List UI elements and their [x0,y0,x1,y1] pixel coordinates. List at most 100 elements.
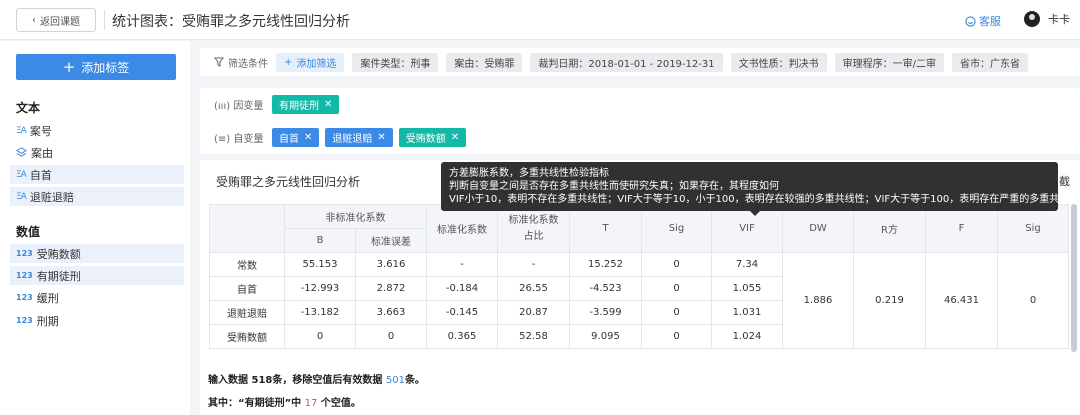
table-cell: 15.252 [569,252,642,277]
table-header: F [925,204,998,253]
user-name: 卡卡 [1048,13,1070,26]
customer-service-link[interactable]: 客服 [965,13,1001,29]
independent-variable-tag[interactable]: 退赃退赔 ✕ [325,128,393,147]
sidebar-item-sentence[interactable]: 123 刑期 [10,311,184,330]
table-cell: -0.184 [426,276,498,301]
text-field-icon: ΞA [16,191,27,202]
table-cell: 3.616 [355,252,427,277]
table-cell: -13.182 [284,300,356,325]
sidebar-item-bribe-amount[interactable]: 123 受贿数额 [10,244,184,263]
number-field-icon: 123 [16,316,33,325]
table-cell: 20.87 [497,300,570,325]
filter-chip-province[interactable]: 省市：广东省 [951,52,1028,72]
filter-chip-cause[interactable]: 案由：受贿罪 [446,52,523,72]
table-cell: -3.599 [569,300,642,325]
panel-right-action[interactable]: 截 [1059,173,1070,189]
table-cell: -4.523 [569,276,642,301]
independent-variable-label: (≡) 自变量 [214,134,264,145]
filter-icon [214,57,224,67]
table-cell: 2.872 [355,276,427,301]
number-field-icon: 123 [16,249,33,258]
dependent-variable-tag[interactable]: 有期徒刑 ✕ [272,95,340,114]
table-cell: 0 [284,324,356,349]
filter-label: 筛选条件 [214,55,268,70]
null-count-note: 其中：“有期徒刑”中 17 个空值。 [208,398,361,409]
independent-variable-tag[interactable]: 受贿数额 ✕ [398,128,467,147]
back-button[interactable]: ‹ 返回课题 [16,8,96,32]
smile-icon [965,15,976,27]
text-field-icon: ΞA [16,169,27,180]
tooltip-line: VIF小于10，表明不存在多重共线性；VIF大于等于10，小于100，表明存在较… [449,194,1080,205]
sidebar-item-restitution[interactable]: ΞA 退赃退赔 [10,187,184,206]
table-header: Sig [641,204,712,253]
layers-icon [16,147,27,157]
table-cell: 0 [355,324,427,349]
filter-chip-case-type[interactable]: 案件类型：刑事 [352,52,439,72]
table-header: 标准化系数 [426,204,498,253]
sidebar-item-label: 案由 [31,146,53,160]
plus-icon: + [284,56,293,68]
table-cell: 0 [641,276,712,301]
table-cell: -12.993 [284,276,356,301]
table-cell: 0.219 [853,252,926,349]
add-tag-label: 添加标签 [81,60,130,75]
table-header: Sig [997,204,1069,253]
close-icon[interactable]: ✕ [451,132,459,143]
sidebar-item-cause[interactable]: 案由 [10,143,184,162]
close-icon[interactable]: ✕ [304,132,312,143]
tag-label: 退赃退赔 [332,134,373,145]
sidebar-item-label: 受贿数额 [36,247,81,261]
text-section-title: 文本 [16,101,41,115]
sidebar-item-label: 有期徒刑 [36,269,81,283]
tag-label: 有期徒刑 [279,101,319,112]
table-cell: 0 [641,324,712,349]
independent-variable-tag[interactable]: 自首 ✕ [272,128,320,147]
close-icon[interactable]: ✕ [324,99,332,110]
filter-chip-procedure[interactable]: 审理程序：一审/二审 [834,52,944,72]
table-header-vif[interactable]: VIF [711,204,783,253]
dependent-variable-label: (ııı) 因变量 [214,101,264,112]
dependent-variable-row: (ııı) 因变量 有期徒刑 ✕ [214,95,340,114]
table-cell: 受贿数额 [209,324,285,349]
close-icon[interactable]: ✕ [377,132,385,143]
chevron-left-icon: ‹ [32,14,36,26]
sidebar-item-case-number[interactable]: ΞA 案号 [10,121,184,140]
table-cell: - [426,252,498,277]
avatar [1024,11,1040,27]
vertical-scrollbar[interactable] [1071,204,1077,352]
independent-variable-row: (≡) 自变量 自首 ✕ 退赃退赔 ✕ 受贿数额 ✕ [214,128,467,147]
top-bar: ‹ 返回课题 统计图表：受贿罪之多元线性回归分析 客服 卡卡 [0,0,1080,40]
table-cell: -0.145 [426,300,498,325]
filter-label-text: 筛选条件 [228,58,268,70]
customer-service-label: 客服 [979,15,1001,28]
sidebar-item-label: 退赃退赔 [29,190,74,204]
table-cell: 1.031 [711,300,783,325]
number-section-title: 数值 [16,225,41,239]
table-cell: 退赃退赔 [209,300,285,325]
table-cell: - [497,252,570,277]
sidebar-item-prison-term[interactable]: 123 有期徒刑 [10,266,184,285]
table-cell: 52.58 [497,324,570,349]
filter-chip-doc-type[interactable]: 文书性质：判决书 [730,52,827,72]
table-header: DW [782,204,854,253]
tooltip-line: 判断自变量之间是否存在多重共线性而使研究失真；如果存在，其程度如何 [449,181,779,192]
table-cell: 9.095 [569,324,642,349]
panel-title: 受贿罪之多元线性回归分析 [216,175,361,189]
plus-icon: + [62,58,76,76]
add-filter-button[interactable]: + 添加筛选 [276,52,345,72]
table-cell: 0 [641,252,712,277]
table-header: B [284,228,356,253]
sidebar-item-label: 刑期 [36,314,59,328]
sidebar-item-probation[interactable]: 123 缓刑 [10,288,184,307]
tag-label: 受贿数额 [405,134,446,145]
filter-chip-date[interactable]: 裁判日期：2018-01-01 - 2019-12-31 [530,52,723,72]
tooltip-line: 方差膨胀系数，多重共线性检验指标 [449,168,609,179]
table-cell: 自首 [209,276,285,301]
text-field-icon: ΞA [16,125,27,136]
table-row: 常数 55.153 3.616 - - 15.252 0 7.34 1.886 … [209,252,1069,349]
sidebar-item-surrender[interactable]: ΞA 自首 [10,165,184,184]
table-cell: 55.153 [284,252,356,277]
sidebar: + 添加标签 文本 ΞA 案号 案由 ΞA 自首 ΞA 退赃退赔 数值 123 … [0,41,190,415]
add-tag-button[interactable]: + 添加标签 [16,54,176,80]
user-menu[interactable]: 卡卡 [1024,11,1070,27]
